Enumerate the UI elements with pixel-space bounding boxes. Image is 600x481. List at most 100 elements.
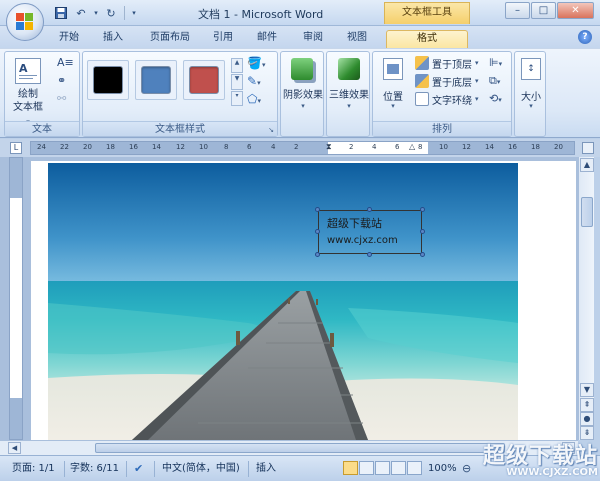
scroll-down-icon[interactable]: ▼ [580,383,594,397]
undo-icon[interactable]: ↶ [72,5,90,21]
tab-page-layout[interactable]: 页面布局 [142,30,198,48]
gallery-more-icon[interactable]: ▾ [231,90,243,106]
tab-insert[interactable]: 插入 [96,30,130,48]
gallery-down-icon[interactable]: ▼ [231,74,243,90]
draft-view-icon[interactable] [407,461,422,475]
break-link-icon[interactable]: ⚯ [57,92,66,105]
proofing-icon[interactable]: ✔ [134,461,143,477]
close-button[interactable]: ✕ [557,2,594,19]
3d-dropdown-icon[interactable]: ▾ [327,102,371,110]
resize-handle[interactable] [315,207,320,212]
tab-review[interactable]: 审阅 [296,30,330,48]
status-insert-mode[interactable]: 插入 [256,461,276,477]
style-swatch-black[interactable] [93,66,123,94]
style-swatch-red[interactable] [189,66,219,94]
resize-handle[interactable] [420,207,425,212]
help-icon[interactable]: ? [578,30,592,44]
scroll-left-icon[interactable]: ◀ [8,442,21,454]
save-icon[interactable] [52,5,70,21]
3d-effects-icon[interactable] [338,58,360,80]
position-icon[interactable] [383,58,403,80]
change-shape-icon[interactable]: ⬠▾ [247,92,261,106]
office-button[interactable] [6,3,44,41]
resize-handle[interactable] [420,252,425,257]
status-word-count[interactable]: 字数: 6/11 [70,461,119,477]
position-dropdown-icon[interactable]: ▾ [375,102,411,110]
size-icon[interactable]: ↕ [521,58,541,80]
undo-dropdown-icon[interactable]: ▾ [92,5,100,21]
ruler-tick: 6 [395,143,400,151]
beach-photo[interactable]: 超级下载站 www.cjxz.com [48,163,518,440]
maximize-button[interactable]: □ [531,2,556,19]
tab-mailings[interactable]: 邮件 [250,30,284,48]
vertical-scroll-thumb[interactable] [581,197,593,227]
indent-marker-icon[interactable]: ⧗ [326,142,332,152]
outline-color-icon[interactable]: ✎▾ [247,74,261,88]
send-to-back-button[interactable]: 置于底层 ▾ [415,73,479,89]
group-label-arrange: 排列 [373,121,511,136]
context-tools-label: 文本框工具 [384,2,470,24]
text-wrap-icon [415,92,429,106]
draw-textbox-button[interactable]: A [15,58,41,84]
outline-view-icon[interactable] [391,461,406,475]
dialog-launcher-icon[interactable]: ↘ [268,126,274,134]
status-page[interactable]: 页面: 1/1 [12,461,55,477]
textbox-a-icon: A [19,62,28,75]
tab-view[interactable]: 视图 [340,30,374,48]
rotate-icon[interactable]: ⟲▾ [489,92,502,105]
group-shadow: 阴影效果 ▾ [280,51,324,137]
size-button[interactable]: 大小 [515,88,547,103]
ruler-tick: 16 [129,143,138,151]
group-icon[interactable]: ⧉▾ [489,74,500,88]
tab-selector-icon[interactable]: L [10,142,22,154]
resize-handle[interactable] [315,252,320,257]
view-buttons [343,461,422,475]
resize-handle[interactable] [420,229,425,234]
status-language[interactable]: 中文(简体，中国) [162,461,240,477]
size-dropdown-icon[interactable]: ▾ [515,102,547,110]
horizontal-scroll-thumb[interactable] [95,443,505,453]
text-box-line2: www.cjxz.com [327,235,398,246]
resize-handle[interactable] [367,252,372,257]
redo-icon[interactable]: ↻ [102,5,120,21]
link-icon[interactable]: ⚭ [57,74,66,87]
customize-toolbar-icon[interactable]: ▾ [129,5,139,21]
ruler-tick: 10 [439,143,448,151]
text-box[interactable]: 超级下载站 www.cjxz.com [315,207,425,257]
title-bar: ↶ ▾ ↻ ▾ 文档 1 - Microsoft Word 文本框工具 – □ … [0,0,600,26]
scroll-up-icon[interactable]: ▲ [580,158,594,172]
watermark: 超级下载站 WWW.CJXZ.COM [462,438,598,478]
horizontal-ruler[interactable]: ⧗ △ 24 22 20 18 16 14 12 10 8 6 4 2 2 4 … [30,141,575,155]
vertical-scrollbar[interactable]: ▲ ▼ ⇞ ● ⇟ [578,157,594,440]
full-screen-reading-icon[interactable] [359,461,374,475]
previous-page-icon[interactable]: ⇞ [580,398,594,412]
vertical-ruler[interactable] [9,157,23,440]
bring-to-front-button[interactable]: 置于顶层 ▾ [415,55,479,71]
zoom-level[interactable]: 100% [428,461,457,477]
position-button[interactable]: 位置 [375,88,411,103]
minimize-button[interactable]: – [505,2,530,19]
shadow-dropdown-icon[interactable]: ▾ [281,102,325,110]
print-layout-view-icon[interactable] [343,461,358,475]
gallery-up-icon[interactable]: ▲ [231,58,243,74]
tab-home[interactable]: 开始 [52,30,86,48]
browse-object-icon[interactable]: ● [580,412,594,426]
text-direction-icon[interactable]: A≡ [57,56,74,69]
align-icon[interactable]: ⊫▾ [489,56,502,69]
bring-front-label: 置于顶层 [432,59,472,71]
shadow-effects-button[interactable]: 阴影效果 [281,86,325,101]
fill-color-icon[interactable]: 🪣▾ [247,56,265,70]
tab-references[interactable]: 引用 [206,30,240,48]
tab-format[interactable]: 格式 [386,30,468,48]
style-swatch-blue[interactable] [141,66,171,94]
view-ruler-icon[interactable] [582,142,594,154]
resize-handle[interactable] [315,229,320,234]
web-layout-icon[interactable] [375,461,390,475]
document-page[interactable]: 超级下载站 www.cjxz.com [31,161,576,440]
right-indent-marker-icon[interactable]: △ [409,142,415,151]
resize-handle[interactable] [367,207,372,212]
shadow-effects-icon[interactable] [291,58,313,80]
3d-effects-button[interactable]: 三维效果 [327,86,371,101]
ruler-tick: 14 [152,143,161,151]
text-wrapping-button[interactable]: 文字环绕 ▾ [415,91,479,107]
